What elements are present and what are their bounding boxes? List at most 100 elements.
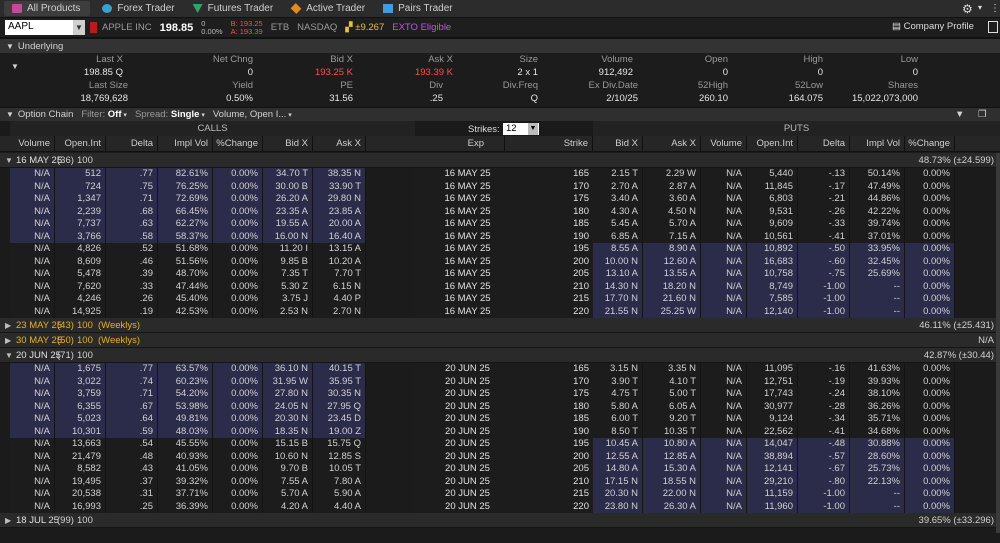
scrollbar[interactable] [996,153,1000,533]
put-cell[interactable]: 2.70 A [593,180,643,193]
put-cell[interactable]: 8.50 T [593,425,643,438]
option-row[interactable]: N/A 8,609.46 51.56% 0.00% 9.85 B 10.20 A 16 MA… [0,255,1000,268]
column-header[interactable]: Volume [10,136,55,152]
column-header[interactable]: Ask X [313,136,366,152]
column-header[interactable]: Open.Int [55,136,106,152]
option-row[interactable]: N/A 2,239.68 66.45% 0.00% 23.35 A 23.85 A 16 M… [0,205,1000,218]
column-header[interactable]: %Change [213,136,263,152]
option-row[interactable]: N/A 724.75 76.25% 0.00% 30.00 B 33.90 T 16 MAY… [0,180,1000,193]
strikes-select[interactable]: 12 ▼ [503,123,539,135]
column-header[interactable]: Impl Vol [850,136,905,152]
put-cell[interactable]: 4.30 A [593,205,643,218]
link-color-icon[interactable] [90,22,97,33]
call-cell[interactable]: 10.20 A [313,255,366,268]
call-cell[interactable]: 36.10 N [263,363,313,376]
put-cell[interactable]: 3.15 N [593,363,643,376]
column-header[interactable]: Exp [415,136,505,152]
put-cell[interactable]: 26.30 A [643,500,701,513]
call-cell[interactable]: 18.35 N [263,425,313,438]
column-header[interactable]: Bid X [593,136,643,152]
put-cell[interactable]: 14.30 N [593,280,643,293]
option-row[interactable]: N/A 21,479.48 40.93% 0.00% 10.60 N 12.85 S 20 … [0,450,1000,463]
put-cell[interactable]: 22.00 N [643,488,701,501]
put-cell[interactable]: 12.85 A [643,450,701,463]
tab-forex-trader[interactable]: Forex Trader [94,0,184,18]
call-cell[interactable]: 12.85 S [313,450,366,463]
put-cell[interactable]: 18.55 N [643,475,701,488]
expand-icon[interactable]: ▶ [5,333,11,348]
column-header[interactable]: %Change [905,136,955,152]
option-row[interactable]: N/A 4,246.26 45.40% 0.00% 3.75 J 4.40 P 16 MAY… [0,293,1000,306]
call-cell[interactable]: 13.15 A [313,243,366,256]
put-cell[interactable]: 17.70 N [593,293,643,306]
symbol-input[interactable]: AAPL ▼ [5,20,85,35]
call-cell[interactable]: 6.15 N [313,280,366,293]
option-row[interactable]: N/A 4,826.52 51.68% 0.00% 11.20 I 13.15 A 16 M… [0,243,1000,256]
put-cell[interactable]: 10.45 A [593,438,643,451]
call-cell[interactable]: 3.75 J [263,293,313,306]
option-row[interactable]: N/A 6,355.67 53.98% 0.00% 24.05 N 27.95 Q 20 J… [0,400,1000,413]
column-header[interactable]: Impl Vol [158,136,213,152]
call-cell[interactable]: 7.55 A [263,475,313,488]
option-row[interactable]: N/A 3,022.74 60.23% 0.00% 31.95 W 35.95 T 20 J… [0,375,1000,388]
put-cell[interactable]: 21.55 N [593,305,643,318]
call-cell[interactable]: 2.70 N [313,305,366,318]
call-cell[interactable]: 16.00 N [263,230,313,243]
collapse-icon[interactable]: ▼ [5,348,13,363]
sort-down-icon[interactable]: ▼ [955,109,964,120]
option-row[interactable]: N/A 7,737.63 62.27% 0.00% 19.55 A 20.00 A 16 M… [0,218,1000,231]
collapse-icon[interactable]: ▼ [6,42,14,51]
option-row[interactable]: N/A 512.77 82.61% 0.00% 34.70 T 38.35 N 16 MAY… [0,168,1000,181]
put-cell[interactable]: 6.85 A [593,230,643,243]
call-cell[interactable]: 11.20 I [263,243,313,256]
put-cell[interactable]: 3.90 T [593,375,643,388]
call-cell[interactable]: 27.95 Q [313,400,366,413]
call-cell[interactable]: 16.40 A [313,230,366,243]
put-cell[interactable]: 12.60 A [643,255,701,268]
column-header[interactable]: Open.Int [747,136,798,152]
tab-pairs-trader[interactable]: Pairs Trader [375,0,462,18]
put-cell[interactable]: 15.30 A [643,463,701,476]
option-row[interactable]: N/A 5,023.64 49.81% 0.00% 20.30 N 23.45 D 20 J… [0,413,1000,426]
put-cell[interactable]: 9.20 T [643,413,701,426]
call-cell[interactable]: 23.85 A [313,205,366,218]
call-cell[interactable]: 24.05 N [263,400,313,413]
call-cell[interactable]: 23.35 A [263,205,313,218]
put-cell[interactable]: 17.15 N [593,475,643,488]
option-row[interactable]: N/A 5,478.39 48.70% 0.00% 7.35 T 7.70 T 16 MAY… [0,268,1000,281]
column-header[interactable]: Volume [701,136,747,152]
put-cell[interactable]: 3.40 A [593,193,643,206]
call-cell[interactable]: 29.80 N [313,193,366,206]
option-row[interactable]: N/A 14,925.19 42.53% 0.00% 2.53 N 2.70 N 16 MA… [0,305,1000,318]
put-cell[interactable]: 8.90 A [643,243,701,256]
put-cell[interactable]: 2.29 W [643,168,701,181]
put-cell[interactable]: 21.60 N [643,293,701,306]
put-cell[interactable]: 3.60 A [643,193,701,206]
call-cell[interactable]: 26.20 A [263,193,313,206]
option-row[interactable]: N/A 10,301.59 48.03% 0.00% 18.35 N 19.00 Z 20 … [0,425,1000,438]
option-row[interactable]: N/A 8,582.43 41.05% 0.00% 9.70 B 10.05 T 20 JU… [0,463,1000,476]
call-cell[interactable]: 30.00 B [263,180,313,193]
company-profile-button[interactable]: ▤ Company Profile [892,21,974,32]
column-header[interactable]: Delta [798,136,850,152]
put-cell[interactable]: 13.10 A [593,268,643,281]
call-cell[interactable]: 35.95 T [313,375,366,388]
put-cell[interactable]: 8.55 A [593,243,643,256]
tab-active-trader[interactable]: Active Trader [283,0,375,18]
expiration-group-header[interactable]: ▶ 18 JUL 25 (99) 100 39.65% (±33.296) [0,513,1000,528]
option-row[interactable]: N/A 7,620.33 47.44% 0.00% 5.30 Z 6.15 N 16 MAY… [0,280,1000,293]
call-cell[interactable]: 38.35 N [313,168,366,181]
option-row[interactable]: N/A 16,993.25 36.39% 0.00% 4.20 A 4.40 A 20 JU… [0,500,1000,513]
put-cell[interactable]: 3.35 N [643,363,701,376]
put-cell[interactable]: 12.55 A [593,450,643,463]
put-cell[interactable]: 7.15 A [643,230,701,243]
put-cell[interactable]: 6.05 A [643,400,701,413]
option-row[interactable]: N/A 13,663.54 45.55% 0.00% 15.15 B 15.75 Q 20 … [0,438,1000,451]
call-cell[interactable]: 15.15 B [263,438,313,451]
put-cell[interactable]: 5.45 A [593,218,643,231]
put-cell[interactable]: 20.30 N [593,488,643,501]
option-row[interactable]: N/A 3,766.58 58.37% 0.00% 16.00 N 16.40 A 16 M… [0,230,1000,243]
call-cell[interactable]: 27.80 N [263,388,313,401]
expand-icon[interactable]: ▶ [5,513,11,528]
column-header[interactable]: Bid X [263,136,313,152]
